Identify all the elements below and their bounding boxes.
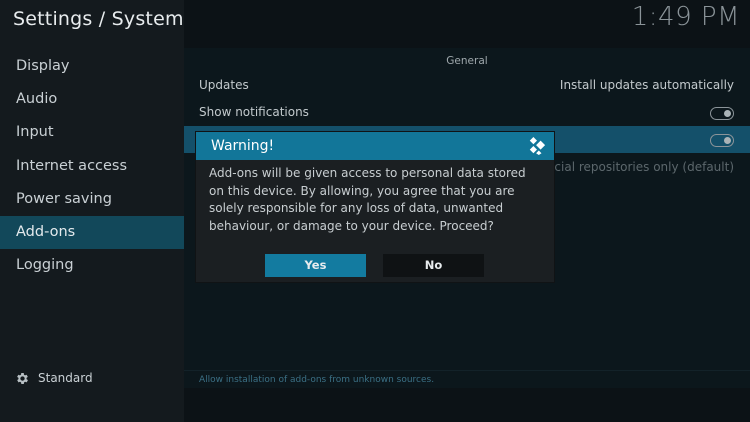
no-button[interactable]: No <box>383 254 484 277</box>
sidebar-item-internet-access[interactable]: Internet access <box>0 150 184 183</box>
kodi-logo-icon <box>529 137 546 155</box>
section-title: General <box>446 55 488 67</box>
toggle-switch[interactable] <box>710 107 734 120</box>
toggle-switch[interactable] <box>710 134 734 147</box>
dialog-header: Warning! <box>196 132 554 160</box>
dialog-title: Warning! <box>211 138 275 154</box>
sidebar-item-display[interactable]: Display <box>0 50 184 83</box>
setting-row-show-notifications[interactable]: Show notifications <box>184 99 750 126</box>
dialog-message: Add-ons will be given access to personal… <box>209 166 526 233</box>
setting-row-updates[interactable]: Updates Install updates automatically <box>184 72 750 99</box>
sidebar-nav: Display Audio Input Internet access Powe… <box>0 50 184 282</box>
sidebar-item-power-saving[interactable]: Power saving <box>0 183 184 216</box>
sidebar: Settings / System Display Audio Input In… <box>0 0 184 422</box>
sidebar-item-add-ons[interactable]: Add-ons <box>0 215 184 250</box>
setting-help-text: Allow installation of add-ons from unkno… <box>184 370 750 388</box>
setting-value: Install updates automatically <box>559 78 734 92</box>
sidebar-item-input[interactable]: Input <box>0 116 184 149</box>
yes-button[interactable]: Yes <box>265 254 366 277</box>
setting-label: Updates <box>199 78 249 92</box>
setting-value: Official repositories only (default) <box>533 160 734 174</box>
sidebar-item-audio[interactable]: Audio <box>0 83 184 116</box>
page-title: Settings / System <box>13 8 184 30</box>
clock: 1:49 PM <box>631 2 740 32</box>
warning-dialog: Warning! Add-ons will be given access to… <box>196 132 554 282</box>
settings-level-label: Standard <box>38 371 93 385</box>
settings-level-button[interactable]: Standard <box>15 368 93 388</box>
setting-label: Show notifications <box>199 105 309 119</box>
gear-icon <box>17 373 28 384</box>
sidebar-item-logging[interactable]: Logging <box>0 249 184 282</box>
